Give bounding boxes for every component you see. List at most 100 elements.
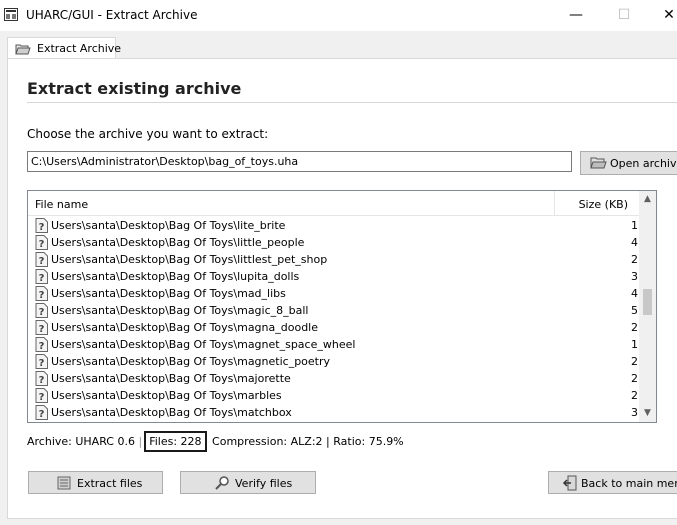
file-name: Users\santa\Desktop\Bag Of Toys\littlest… — [51, 253, 328, 266]
list-item[interactable]: ? Users\santa\Desktop\Bag Of Toys\lite_br… — [28, 217, 638, 234]
file-name: Users\santa\Desktop\Bag Of Toys\lupita_d… — [51, 270, 300, 283]
unknown-file-icon: ? — [35, 252, 48, 267]
list-item[interactable]: ? Users\santa\Desktop\Bag Of Toys\magnet_… — [28, 336, 638, 353]
uharc-app-icon — [4, 8, 18, 21]
unknown-file-icon: ? — [35, 235, 48, 250]
window-title: UHARC/GUI - Extract Archive — [26, 8, 198, 22]
vertical-scrollbar[interactable]: ▲ ▼ — [639, 191, 656, 422]
file-size: 4 — [631, 236, 638, 249]
file-size: 1 — [631, 338, 638, 351]
column-separator[interactable] — [554, 191, 555, 215]
svg-text:?: ? — [39, 409, 45, 420]
unknown-file-icon: ? — [35, 303, 48, 318]
file-name: Users\santa\Desktop\Bag Of Toys\matchbox — [51, 406, 292, 419]
list-item[interactable]: ? Users\santa\Desktop\Bag Of Toys\majoret… — [28, 370, 638, 387]
list-rows: ? Users\santa\Desktop\Bag Of Toys\lite_br… — [28, 217, 638, 421]
svg-text:?: ? — [39, 273, 45, 284]
list-item[interactable]: ? Users\santa\Desktop\Bag Of Toys\littles… — [28, 251, 638, 268]
svg-text:?: ? — [39, 222, 45, 233]
file-size: 5 — [631, 304, 638, 317]
unknown-file-icon: ? — [35, 405, 48, 420]
file-name: Users\santa\Desktop\Bag Of Toys\majorett… — [51, 372, 291, 385]
status-ratio: Ratio: 75.9% — [333, 435, 404, 448]
tab-label: Extract Archive — [37, 42, 122, 55]
status-compression: Compression: ALZ:2 — [212, 435, 323, 448]
scroll-thumb[interactable] — [643, 289, 652, 315]
unknown-file-icon: ? — [35, 269, 48, 284]
back-icon — [562, 475, 577, 491]
svg-text:?: ? — [39, 239, 45, 250]
file-name: Users\santa\Desktop\Bag Of Toys\magic_8_… — [51, 304, 309, 317]
file-name: Users\santa\Desktop\Bag Of Toys\magna_do… — [51, 321, 319, 334]
unknown-file-icon: ? — [35, 218, 48, 233]
file-size: 1 — [631, 219, 638, 232]
file-list[interactable]: File name Size (KB) ? Users\santa\Desktop… — [27, 190, 657, 423]
file-name: Users\santa\Desktop\Bag Of Toys\magnetic… — [51, 355, 331, 368]
maximize-button[interactable]: ☐ — [613, 5, 635, 25]
list-item[interactable]: ? Users\santa\Desktop\Bag Of Toys\magna_d… — [28, 319, 638, 336]
svg-text:?: ? — [39, 392, 45, 403]
svg-text:?: ? — [39, 324, 45, 335]
file-size: 2 — [631, 321, 638, 334]
heading-divider — [27, 102, 677, 103]
back-to-main-menu-button[interactable]: Back to main menu — [548, 471, 677, 494]
unknown-file-icon: ? — [35, 320, 48, 335]
svg-text:?: ? — [39, 290, 45, 301]
list-item[interactable]: ? Users\santa\Desktop\Bag Of Toys\marbles… — [28, 387, 638, 404]
status-file-count: Files: 228 — [144, 431, 207, 452]
file-name: Users\santa\Desktop\Bag Of Toys\lite_bri… — [51, 219, 286, 232]
archive-status-bar: Archive: UHARC 0.6 | Files: 228 Compressi… — [27, 431, 404, 452]
status-archive-type: Archive: UHARC 0.6 — [27, 435, 135, 448]
scroll-down-arrow[interactable]: ▼ — [639, 405, 656, 422]
list-item[interactable]: ? Users\santa\Desktop\Bag Of Toys\mad_lib… — [28, 285, 638, 302]
svg-text:?: ? — [39, 307, 45, 318]
verify-files-button[interactable]: Verify files — [180, 471, 316, 494]
file-name: Users\santa\Desktop\Bag Of Toys\marbles — [51, 389, 282, 402]
extract-files-button[interactable]: Extract files — [28, 471, 163, 494]
unknown-file-icon: ? — [35, 354, 48, 369]
unknown-file-icon: ? — [35, 388, 48, 403]
unknown-file-icon: ? — [35, 337, 48, 352]
list-item[interactable]: ? Users\santa\Desktop\Bag Of Toys\magneti… — [28, 353, 638, 370]
file-name: Users\santa\Desktop\Bag Of Toys\magnet_s… — [51, 338, 356, 351]
extract-icon — [57, 476, 71, 490]
tab-extract-archive[interactable]: Extract Archive — [7, 37, 121, 59]
title-bar: UHARC/GUI - Extract Archive — ☐ ✕ — [0, 0, 677, 31]
list-item[interactable]: ? Users\santa\Desktop\Bag Of Toys\matchbo… — [28, 404, 638, 421]
file-name: Users\santa\Desktop\Bag Of Toys\little_p… — [51, 236, 305, 249]
list-item[interactable]: ? Users\santa\Desktop\Bag Of Toys\magic_8… — [28, 302, 638, 319]
file-size: 2 — [631, 355, 638, 368]
extract-files-label: Extract files — [77, 477, 143, 490]
minimize-button[interactable]: — — [565, 5, 587, 25]
list-header: File name Size (KB) — [28, 191, 656, 216]
file-size: 4 — [631, 287, 638, 300]
column-header-size[interactable]: Size (KB) — [579, 198, 628, 211]
magnifier-icon — [215, 476, 229, 490]
open-archive-label: Open archive — [610, 157, 677, 170]
file-size: 2 — [631, 372, 638, 385]
file-size: 3 — [631, 406, 638, 419]
file-size: 2 — [631, 389, 638, 402]
list-item[interactable]: ? Users\santa\Desktop\Bag Of Toys\lupita_… — [28, 268, 638, 285]
unknown-file-icon: ? — [35, 371, 48, 386]
svg-text:?: ? — [39, 256, 45, 267]
archive-prompt-label: Choose the archive you want to extract: — [27, 127, 269, 141]
file-size: 3 — [631, 270, 638, 283]
scroll-up-arrow[interactable]: ▲ — [639, 191, 656, 208]
column-header-file-name[interactable]: File name — [35, 198, 88, 211]
unknown-file-icon: ? — [35, 286, 48, 301]
file-name: Users\santa\Desktop\Bag Of Toys\mad_libs — [51, 287, 286, 300]
archive-path-input[interactable] — [27, 151, 572, 172]
svg-text:?: ? — [39, 375, 45, 386]
svg-text:?: ? — [39, 358, 45, 369]
file-size: 2 — [631, 253, 638, 266]
extract-panel: Extract existing archive Choose the arch… — [7, 58, 677, 519]
folder-open-icon — [15, 44, 31, 55]
list-item[interactable]: ? Users\santa\Desktop\Bag Of Toys\little_… — [28, 234, 638, 251]
svg-text:?: ? — [39, 341, 45, 352]
close-button[interactable]: ✕ — [658, 5, 677, 25]
open-archive-button[interactable]: Open archive — [580, 151, 677, 175]
page-title: Extract existing archive — [27, 79, 242, 98]
verify-files-label: Verify files — [235, 477, 293, 490]
open-folder-icon — [590, 157, 607, 169]
